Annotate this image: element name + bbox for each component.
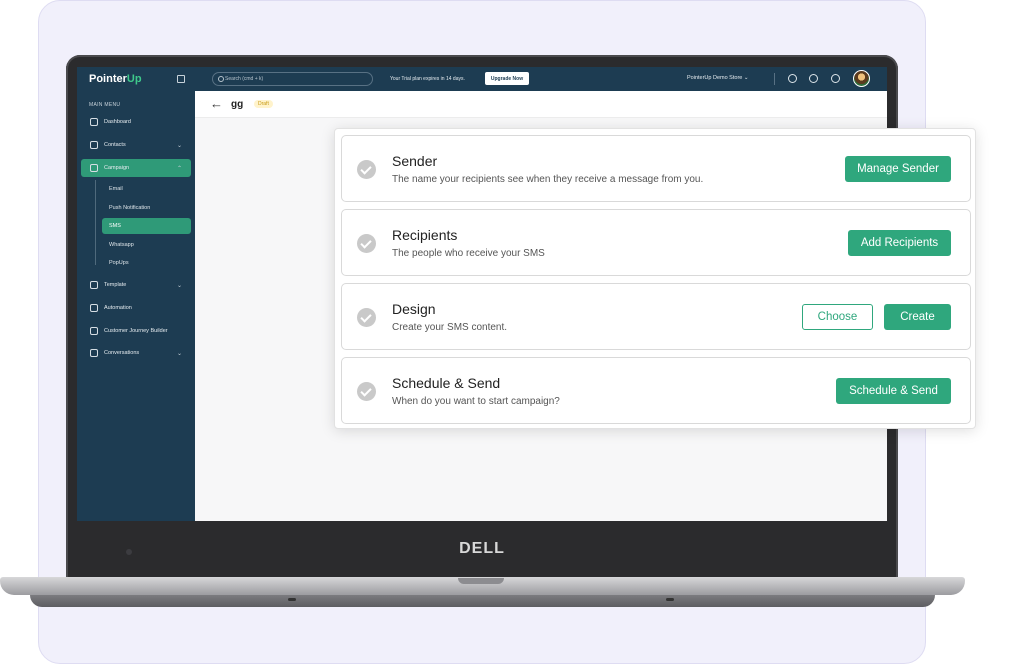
step-subtitle: The name your recipients see when they r… — [392, 174, 704, 185]
help-icon[interactable] — [831, 74, 840, 83]
step-recipients: Recipients The people who receive your S… — [341, 209, 971, 276]
phone-icon — [90, 141, 98, 149]
topbar: Search (cmd + k) Your Trial plan expires… — [195, 67, 887, 91]
step-title: Sender — [392, 153, 438, 169]
camera-dot — [126, 549, 132, 555]
trial-notice: Your Trial plan expires in 14 days. — [390, 76, 465, 82]
check-circle-icon — [357, 308, 376, 327]
menu-heading: MAIN MENU — [89, 102, 121, 108]
submenu-line — [95, 180, 96, 265]
choose-button[interactable]: Choose — [802, 304, 873, 330]
chevron-down-icon: ⌄ — [176, 282, 182, 289]
manage-sender-button[interactable]: Manage Sender — [845, 156, 951, 182]
logo-accent-text: Up — [126, 73, 142, 85]
step-title: Design — [392, 301, 436, 317]
chevron-down-icon: ⌄ — [743, 75, 749, 81]
laptop-foot — [30, 595, 935, 607]
store-name: PointerUp Demo Store — [687, 75, 743, 81]
sidebar-subitem-sms[interactable]: SMS — [102, 218, 191, 234]
avatar[interactable] — [853, 70, 870, 87]
search-placeholder: Search (cmd + k) — [225, 76, 264, 82]
upgrade-button[interactable]: Upgrade Now — [485, 72, 529, 85]
sidebar: PointerUp MAIN MENU Dashboard Contacts ⌄… — [77, 67, 195, 521]
laptop-brand-logo: DELL — [459, 540, 505, 557]
laptop-vent-dot — [666, 598, 674, 601]
bell-icon[interactable] — [788, 74, 797, 83]
back-arrow-icon[interactable]: ← — [210, 96, 223, 111]
chevron-up-icon: ⌃ — [176, 165, 182, 172]
page-title: gg — [231, 99, 244, 110]
step-sender: Sender The name your recipients see when… — [341, 135, 971, 202]
sidebar-item-label: Campaign — [104, 165, 130, 171]
check-circle-icon — [357, 382, 376, 401]
check-circle-icon — [357, 160, 376, 179]
step-subtitle: Create your SMS content. — [392, 322, 508, 333]
laptop-vent-dot — [288, 598, 296, 601]
search-input[interactable]: Search (cmd + k) — [212, 72, 373, 86]
app-logo[interactable]: PointerUp — [89, 73, 142, 85]
gear-icon[interactable] — [809, 74, 818, 83]
check-circle-icon — [357, 234, 376, 253]
sidebar-item-label: Template — [104, 282, 127, 288]
sidebar-item-label: Customer Journey Builder — [104, 328, 168, 334]
step-title: Schedule & Send — [392, 375, 501, 391]
automation-icon — [90, 304, 98, 312]
sidebar-subitem-push-notification[interactable]: Push Notification — [102, 200, 191, 216]
sidebar-item-label: Contacts — [104, 142, 126, 148]
schedule-send-button[interactable]: Schedule & Send — [836, 378, 951, 404]
sidebar-subitem-whatsapp[interactable]: Whatsapp — [102, 237, 191, 253]
sidebar-item-customer-journey-builder[interactable]: Customer Journey Builder — [81, 322, 191, 340]
logo-text: Pointer — [89, 73, 127, 85]
sidebar-subitem-email[interactable]: Email — [102, 181, 191, 197]
create-button[interactable]: Create — [884, 304, 951, 330]
step-schedule-send: Schedule & Send When do you want to star… — [341, 357, 971, 424]
store-selector[interactable]: PointerUp Demo Store ⌄ — [687, 75, 748, 81]
topbar-divider — [774, 73, 775, 85]
chevron-down-icon: ⌄ — [176, 350, 182, 357]
sidebar-item-label: Dashboard — [104, 119, 131, 125]
sidebar-collapse-icon[interactable] — [177, 75, 185, 83]
journey-icon — [90, 327, 98, 335]
chevron-down-icon: ⌄ — [176, 142, 182, 149]
step-subtitle: When do you want to start campaign? — [392, 396, 560, 407]
sidebar-item-campaign[interactable]: Campaign ⌃ — [81, 159, 191, 177]
sidebar-item-template[interactable]: Template ⌄ — [81, 276, 191, 294]
chat-icon — [90, 349, 98, 357]
sidebar-item-label: Conversations — [104, 350, 140, 356]
sidebar-subitem-popups[interactable]: PopUps — [102, 255, 191, 271]
sidebar-item-contacts[interactable]: Contacts ⌄ — [81, 136, 191, 154]
laptop-notch — [458, 578, 504, 584]
sidebar-item-conversations[interactable]: Conversations ⌄ — [81, 344, 191, 362]
page-header: ← gg Draft — [195, 91, 887, 118]
sidebar-item-automation[interactable]: Automation — [81, 299, 191, 317]
dashboard-icon — [90, 118, 98, 126]
sidebar-item-dashboard[interactable]: Dashboard — [81, 113, 191, 131]
step-subtitle: The people who receive your SMS — [392, 248, 545, 259]
step-design: Design Create your SMS content. Choose C… — [341, 283, 971, 350]
campaign-steps-card: Sender The name your recipients see when… — [334, 128, 976, 429]
campaign-icon — [90, 164, 98, 172]
step-title: Recipients — [392, 227, 458, 243]
add-recipients-button[interactable]: Add Recipients — [848, 230, 951, 256]
status-badge: Draft — [254, 100, 273, 108]
template-icon — [90, 281, 98, 289]
search-icon — [218, 76, 224, 82]
sidebar-item-label: Automation — [104, 305, 132, 311]
